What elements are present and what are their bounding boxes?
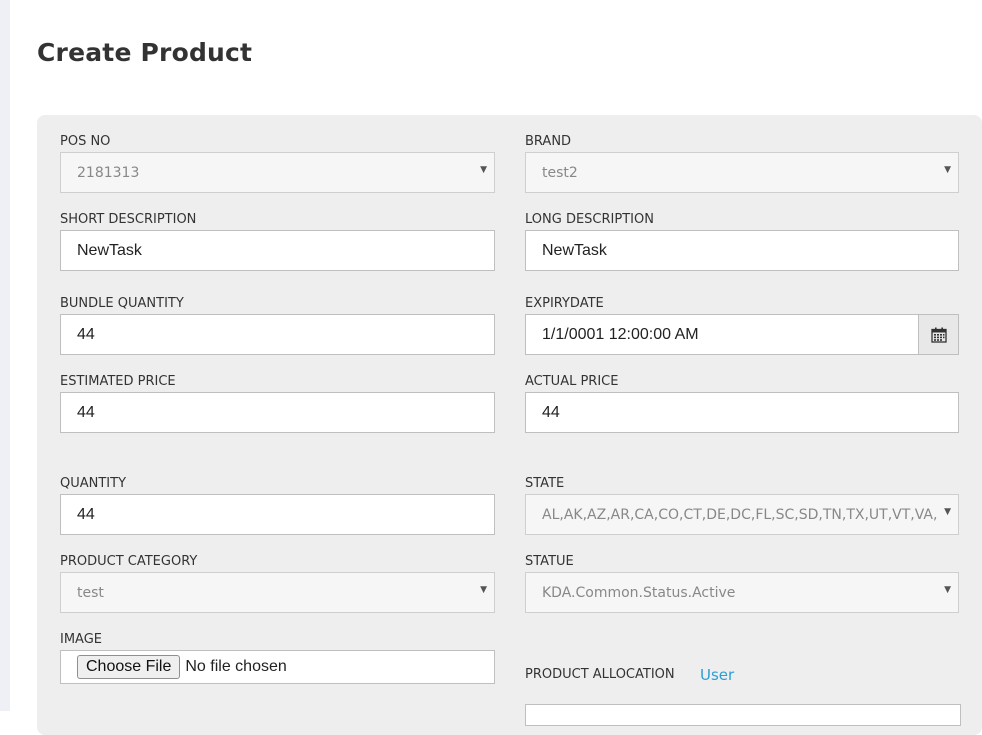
- product-category-label: PRODUCT CATEGORY: [60, 554, 198, 569]
- long-description-value: NewTask: [542, 241, 607, 259]
- bundle-quantity-label: BUNDLE QUANTITY: [60, 296, 184, 311]
- actual-price-value: 44: [542, 403, 560, 421]
- expiry-date-input[interactable]: 1/1/0001 12:00:00 AM: [525, 314, 919, 355]
- statue-value: KDA.Common.Status.Active: [542, 584, 736, 601]
- state-select[interactable]: AL,AK,AZ,AR,CA,CO,CT,DE,DC,FL,SC,SD,TN,T…: [525, 494, 959, 535]
- brand-select[interactable]: test2 ▼: [525, 152, 959, 193]
- pos-no-label: POS NO: [60, 134, 111, 149]
- actual-price-input[interactable]: 44: [525, 392, 959, 433]
- chevron-down-icon: ▼: [944, 507, 951, 517]
- choose-file-button[interactable]: Choose File: [77, 655, 181, 679]
- chevron-down-icon: ▼: [480, 585, 487, 595]
- short-description-input[interactable]: NewTask: [60, 230, 495, 271]
- image-file-input[interactable]: Choose File No file chosen: [60, 650, 495, 684]
- expiry-date-value: 1/1/0001 12:00:00 AM: [542, 325, 699, 343]
- state-label: STATE: [525, 476, 565, 491]
- chevron-down-icon: ▼: [480, 165, 487, 175]
- image-label: IMAGE: [60, 632, 103, 647]
- short-description-value: NewTask: [77, 241, 142, 259]
- estimated-price-label: ESTIMATED PRICE: [60, 374, 176, 389]
- long-description-input[interactable]: NewTask: [525, 230, 959, 271]
- chevron-down-icon: ▼: [944, 165, 951, 175]
- pos-no-select[interactable]: 2181313 ▼: [60, 152, 495, 193]
- statue-label: STATUE: [525, 554, 574, 569]
- chevron-down-icon: ▼: [944, 585, 951, 595]
- page-title: Create Product: [37, 38, 253, 67]
- product-allocation-label: PRODUCT ALLOCATION: [525, 667, 675, 682]
- file-status: No file chosen: [185, 658, 287, 675]
- expiry-date-label: EXPIRYDATE: [525, 296, 604, 311]
- estimated-price-value: 44: [77, 403, 95, 421]
- estimated-price-input[interactable]: 44: [60, 392, 495, 433]
- product-category-value: test: [77, 584, 104, 601]
- product-category-select[interactable]: test ▼: [60, 572, 495, 613]
- pos-no-value: 2181313: [77, 164, 140, 181]
- left-rail: [0, 0, 10, 711]
- quantity-label: QUANTITY: [60, 476, 127, 491]
- product-allocation-field[interactable]: [525, 704, 961, 726]
- actual-price-label: ACTUAL PRICE: [525, 374, 619, 389]
- quantity-value: 44: [77, 505, 95, 523]
- brand-value: test2: [542, 164, 578, 181]
- state-value: AL,AK,AZ,AR,CA,CO,CT,DE,DC,FL,SC,SD,TN,T…: [542, 506, 938, 523]
- statue-select[interactable]: KDA.Common.Status.Active ▼: [525, 572, 959, 613]
- bundle-quantity-input[interactable]: 44: [60, 314, 495, 355]
- user-link[interactable]: User: [700, 666, 734, 684]
- calendar-button[interactable]: [918, 314, 959, 355]
- brand-label: BRAND: [525, 134, 572, 149]
- calendar-icon: [930, 327, 947, 343]
- bundle-quantity-value: 44: [77, 325, 95, 343]
- long-description-label: LONG DESCRIPTION: [525, 212, 654, 227]
- quantity-input[interactable]: 44: [60, 494, 495, 535]
- short-description-label: SHORT DESCRIPTION: [60, 212, 197, 227]
